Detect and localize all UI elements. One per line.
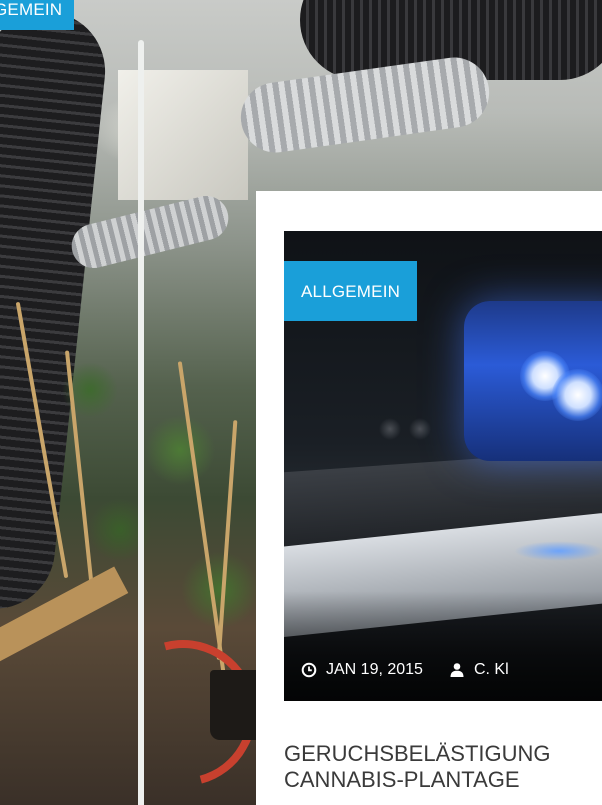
category-badge-back[interactable]: GEMEIN bbox=[0, 0, 75, 30]
post-author[interactable]: C. Kl bbox=[474, 661, 509, 679]
foil-duct-lower bbox=[67, 191, 233, 273]
post-meta: JAN 19, 2015 C. Kl bbox=[301, 661, 509, 679]
light-glow bbox=[552, 369, 602, 421]
user-icon bbox=[449, 662, 465, 678]
image-shade bbox=[284, 591, 602, 701]
front-article-card[interactable]: ALLGEMEIN JAN 19, 2015 C. Kl GERUCHSBELÄ… bbox=[256, 191, 602, 805]
post-date: JAN 19, 2015 bbox=[326, 661, 423, 678]
clock-icon bbox=[301, 662, 317, 678]
category-label: GEMEIN bbox=[0, 0, 63, 19]
foil-duct bbox=[236, 52, 494, 158]
article-title-line-2[interactable]: CANNABIS-PLANTAGE bbox=[284, 767, 602, 793]
category-badge-front[interactable]: ALLGEMEIN bbox=[284, 261, 418, 321]
roof-details bbox=[376, 416, 436, 442]
blue-reflection bbox=[514, 541, 602, 561]
article-title[interactable]: GERUCHSBELÄSTIGUNG CANNABIS-PLANTAGE bbox=[284, 741, 602, 793]
article-title-line-1[interactable]: GERUCHSBELÄSTIGUNG bbox=[284, 741, 602, 767]
category-label: ALLGEMEIN bbox=[301, 281, 401, 301]
